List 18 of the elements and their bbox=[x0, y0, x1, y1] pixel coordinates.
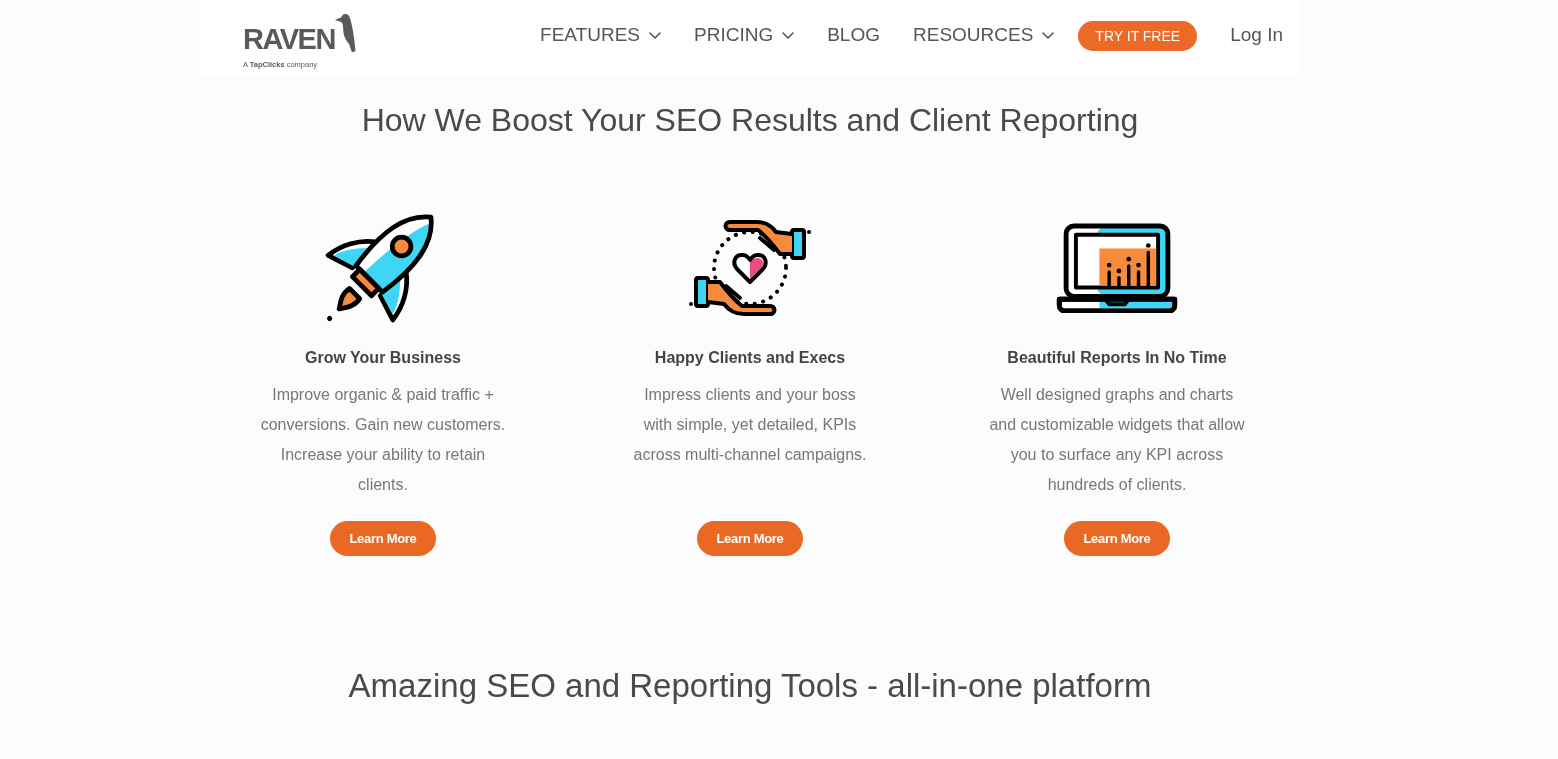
feature-description: Impress clients and your boss with simple, yet detailed, KPIs across multi-channel campaigns. bbox=[633, 385, 867, 465]
laptop-chart-icon bbox=[1056, 222, 1178, 313]
feature-description: Well designed graphs and charts and customizable widgets that allow you to surface any KPI across hundreds of clients. bbox=[989, 385, 1245, 495]
login-link[interactable]: Log In bbox=[1230, 21, 1283, 50]
nav-link[interactable]: PRICING bbox=[694, 24, 795, 47]
chevron-down-icon bbox=[649, 32, 661, 39]
section-heading: How We Boost Your SEO Results and Client Reporting bbox=[360, 101, 1140, 140]
section-heading: Amazing SEO and Reporting Tools - all-in-one platform bbox=[347, 666, 1153, 706]
feature-description: Improve organic & paid traffic + conversions. Gain new customers. Increase your ability to retain clients. bbox=[260, 385, 506, 495]
chevron-down-icon bbox=[1042, 32, 1055, 39]
feature-title: Beautiful Reports In No Time bbox=[1007, 348, 1227, 368]
chevron-down-icon bbox=[782, 32, 795, 39]
feature-title: Grow Your Business bbox=[305, 348, 461, 368]
nav-link[interactable]: FEATURES bbox=[540, 24, 661, 47]
logo-wordmark: RAVEN bbox=[243, 24, 335, 54]
nav-link[interactable]: RESOURCES bbox=[913, 24, 1055, 47]
nav-link[interactable]: BLOG bbox=[827, 24, 880, 47]
feature-title: Happy Clients and Execs bbox=[654, 348, 846, 368]
